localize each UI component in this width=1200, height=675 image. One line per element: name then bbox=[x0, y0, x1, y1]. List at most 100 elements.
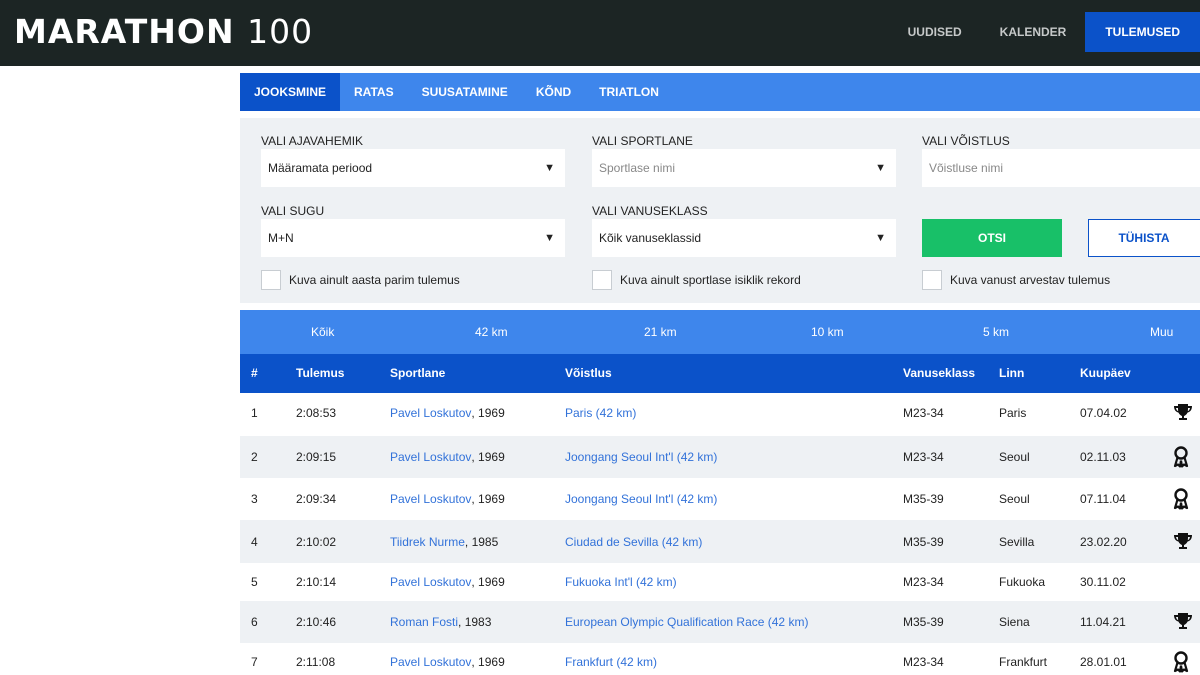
athlete-birth-year: , 1983 bbox=[458, 615, 492, 629]
athlete-birth-year: , 1969 bbox=[471, 575, 505, 589]
col-athlete[interactable]: Sportlane bbox=[390, 354, 445, 393]
race-input[interactable]: Võistluse nimi bbox=[922, 149, 1200, 187]
cell-date: 30.11.02 bbox=[1080, 575, 1126, 589]
cell-rank: 4 bbox=[251, 534, 258, 549]
nav-news[interactable]: UUDISED bbox=[889, 12, 981, 52]
distance-tab-other[interactable]: Muu bbox=[1150, 310, 1173, 354]
tab-cycling[interactable]: RATAS bbox=[340, 73, 408, 111]
chevron-down-icon: ▼ bbox=[875, 162, 886, 174]
checkbox-personal-record[interactable]: Kuva ainult sportlase isiklik rekord bbox=[592, 270, 801, 290]
cell-age-class: M23-34 bbox=[903, 575, 944, 589]
checkbox-age-graded[interactable]: Kuva vanust arvestav tulemus bbox=[922, 270, 1110, 290]
race-link[interactable]: Fukuoka Int'l (42 km) bbox=[565, 575, 677, 589]
checkbox-box[interactable] bbox=[922, 270, 942, 290]
chevron-down-icon: ▼ bbox=[875, 232, 886, 244]
award-ribbon-icon bbox=[1172, 436, 1190, 478]
athlete-birth-year: , 1969 bbox=[471, 450, 505, 464]
main-nav: UUDISED KALENDER TULEMUSED bbox=[889, 12, 1200, 52]
site-logo[interactable]: MARATHON 100 bbox=[14, 10, 313, 54]
race-link[interactable]: Ciudad de Sevilla (42 km) bbox=[565, 535, 702, 549]
cell-date: 23.02.20 bbox=[1080, 534, 1127, 549]
cell-rank: 7 bbox=[251, 655, 258, 669]
nav-calendar[interactable]: KALENDER bbox=[981, 12, 1086, 52]
cell-athlete: Roman Fosti, 1983 bbox=[390, 601, 491, 643]
cell-city: Seoul bbox=[999, 492, 1030, 506]
cell-city: Seoul bbox=[999, 450, 1030, 464]
cell-result: 2:11:08 bbox=[296, 655, 336, 669]
race-link[interactable]: Paris (42 km) bbox=[565, 406, 636, 420]
distance-tab-all[interactable]: Kõik bbox=[311, 310, 334, 354]
tab-triathlon[interactable]: TRIATLON bbox=[585, 73, 673, 111]
cell-athlete: Pavel Loskutov, 1969 bbox=[390, 478, 505, 520]
trophy-icon bbox=[1172, 601, 1194, 643]
period-select[interactable]: Määramata periood ▼ bbox=[261, 149, 565, 187]
gender-select[interactable]: M+N ▼ bbox=[261, 219, 565, 257]
col-rank[interactable]: # bbox=[251, 354, 258, 393]
cell-rank: 2 bbox=[251, 450, 258, 464]
clear-button[interactable]: TÜHISTA bbox=[1088, 219, 1200, 257]
filter-panel: VALI AJAVAHEMIK Määramata periood ▼ VALI… bbox=[240, 118, 1200, 303]
race-placeholder: Võistluse nimi bbox=[929, 161, 1004, 175]
distance-tab-42km[interactable]: 42 km bbox=[475, 310, 508, 354]
cell-date: 07.11.04 bbox=[1080, 492, 1126, 506]
col-city[interactable]: Linn bbox=[999, 354, 1024, 393]
logo-word: MARATHON bbox=[14, 12, 235, 51]
cell-race: Fukuoka Int'l (42 km) bbox=[565, 563, 677, 601]
checkbox-box[interactable] bbox=[261, 270, 281, 290]
cell-rank: 6 bbox=[251, 615, 258, 629]
distance-tab-21km[interactable]: 21 km bbox=[644, 310, 677, 354]
table-row: 1 2:08:53 Pavel Loskutov, 1969 Paris (42 km… bbox=[240, 393, 1200, 432]
race-link[interactable]: Frankfurt (42 km) bbox=[565, 655, 657, 669]
cell-age-class: M23-34 bbox=[903, 405, 944, 420]
trophy-icon bbox=[1172, 520, 1194, 563]
tab-running[interactable]: JOOKSMINE bbox=[240, 73, 341, 111]
athlete-link[interactable]: Pavel Loskutov bbox=[390, 450, 471, 464]
cell-date: 28.01.01 bbox=[1080, 655, 1127, 669]
athlete-select[interactable]: Sportlase nimi ▼ bbox=[592, 149, 896, 187]
race-link[interactable]: European Olympic Qualification Race (42 … bbox=[565, 615, 808, 629]
distance-tab-5km[interactable]: 5 km bbox=[983, 310, 1009, 354]
race-link[interactable]: Joongang Seoul Int'l (42 km) bbox=[565, 450, 717, 464]
cell-result: 2:09:34 bbox=[296, 492, 337, 506]
cell-date: 07.04.02 bbox=[1080, 405, 1127, 420]
athlete-link[interactable]: Roman Fosti bbox=[390, 615, 458, 629]
distance-tab-10km[interactable]: 10 km bbox=[811, 310, 844, 354]
logo-number: 100 bbox=[247, 12, 314, 51]
athlete-link[interactable]: Pavel Loskutov bbox=[390, 492, 471, 506]
table-row: 4 2:10:02 Tiidrek Nurme, 1985 Ciudad de Sev… bbox=[240, 520, 1200, 563]
tab-walking[interactable]: KÕND bbox=[522, 73, 585, 111]
athlete-link[interactable]: Pavel Loskutov bbox=[390, 655, 471, 669]
trophy-icon bbox=[1172, 393, 1194, 432]
athlete-link[interactable]: Pavel Loskutov bbox=[390, 406, 471, 420]
checkbox-best-of-year[interactable]: Kuva ainult aasta parim tulemus bbox=[261, 270, 460, 290]
cell-age-class: M35-39 bbox=[903, 615, 944, 629]
cell-race: Joongang Seoul Int'l (42 km) bbox=[565, 478, 717, 520]
athlete-link[interactable]: Pavel Loskutov bbox=[390, 575, 471, 589]
cell-race: Frankfurt (42 km) bbox=[565, 643, 657, 675]
athlete-link[interactable]: Tiidrek Nurme bbox=[390, 535, 465, 549]
search-button[interactable]: OTSI bbox=[922, 219, 1062, 257]
athlete-birth-year: , 1969 bbox=[471, 655, 505, 669]
age-class-value: Kõik vanuseklassid bbox=[599, 231, 702, 245]
race-link[interactable]: Joongang Seoul Int'l (42 km) bbox=[565, 492, 717, 506]
cell-rank: 1 bbox=[251, 405, 258, 420]
cell-city: Siena bbox=[999, 615, 1030, 629]
tab-skiing[interactable]: SUUSATAMINE bbox=[408, 73, 522, 111]
cell-city: Sevilla bbox=[999, 534, 1035, 549]
cell-city: Frankfurt bbox=[999, 655, 1048, 669]
cell-athlete: Tiidrek Nurme, 1985 bbox=[390, 520, 498, 563]
col-age-class[interactable]: Vanuseklass bbox=[903, 354, 975, 393]
col-race[interactable]: Võistlus bbox=[565, 354, 612, 393]
cell-athlete: Pavel Loskutov, 1969 bbox=[390, 643, 505, 675]
cell-race: Ciudad de Sevilla (42 km) bbox=[565, 520, 702, 563]
table-row: 7 2:11:08 Pavel Loskutov, 1969 Frankfurt (4… bbox=[240, 643, 1200, 675]
chevron-down-icon: ▼ bbox=[544, 162, 555, 174]
cell-result: 2:10:14 bbox=[296, 575, 337, 589]
age-class-select[interactable]: Kõik vanuseklassid ▼ bbox=[592, 219, 896, 257]
col-date[interactable]: Kuupäev bbox=[1080, 354, 1131, 393]
checkbox-box[interactable] bbox=[592, 270, 612, 290]
cell-date: 11.04.21 bbox=[1080, 615, 1126, 629]
col-result[interactable]: Tulemus bbox=[296, 354, 344, 393]
cell-age-class: M35-39 bbox=[903, 534, 944, 549]
nav-results[interactable]: TULEMUSED bbox=[1085, 12, 1200, 52]
